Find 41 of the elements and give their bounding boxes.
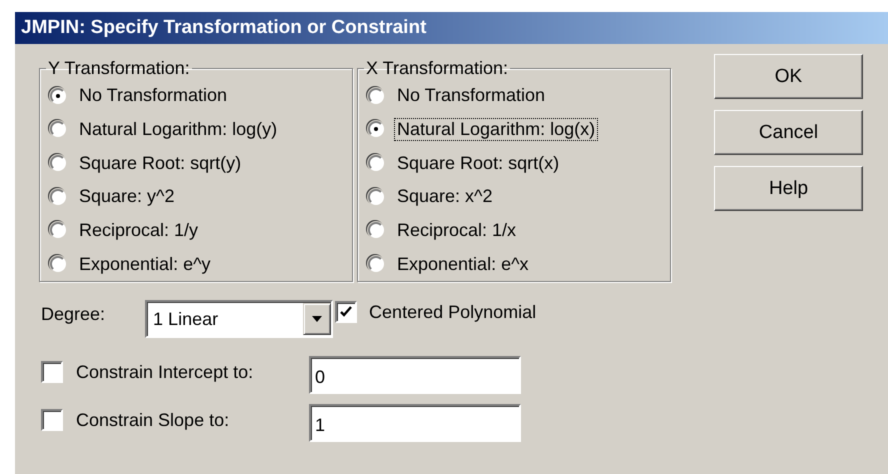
input-field[interactable]: 0 bbox=[309, 356, 521, 394]
radio-button[interactable] bbox=[50, 155, 66, 172]
radio-label[interactable]: Natural Logarithm: log(y) bbox=[76, 118, 280, 141]
radio-label[interactable]: No Transformation bbox=[394, 84, 548, 108]
radio-label[interactable]: Square Root: sqrt(y) bbox=[76, 152, 244, 175]
dialog-button[interactable]: Help bbox=[714, 166, 863, 211]
checkbox[interactable] bbox=[335, 301, 358, 323]
radio-label[interactable]: Natural Logarithm: log(x) bbox=[394, 118, 598, 141]
input-field[interactable]: 1 bbox=[309, 404, 521, 442]
radio-button[interactable] bbox=[50, 88, 66, 104]
radio-label[interactable]: No Transformation bbox=[76, 84, 230, 108]
radio-button[interactable] bbox=[50, 121, 66, 138]
radio-label[interactable]: Exponential: e^x bbox=[394, 252, 532, 276]
degree-label: Degree: bbox=[41, 304, 106, 325]
checkbox[interactable] bbox=[41, 409, 63, 431]
radio-label[interactable]: Reciprocal: 1/y bbox=[76, 218, 202, 242]
dialog-button[interactable]: Cancel bbox=[714, 110, 863, 155]
degree-dropdown[interactable]: 1 Linear bbox=[145, 300, 334, 338]
group-title: X Transformation: bbox=[366, 58, 508, 78]
radio-label[interactable]: Reciprocal: 1/x bbox=[394, 218, 520, 242]
radio-label[interactable]: Square Root: sqrt(x) bbox=[394, 152, 562, 175]
radio-label[interactable]: Square: y^2 bbox=[76, 185, 178, 208]
checkbox[interactable] bbox=[41, 361, 63, 383]
radio-button[interactable] bbox=[50, 188, 66, 205]
radio-button[interactable] bbox=[368, 188, 384, 205]
dialog-button[interactable]: OK bbox=[714, 54, 863, 99]
radio-label[interactable]: Exponential: e^y bbox=[76, 252, 214, 276]
window-title: JMPIN: Specify Transformation or Constraint bbox=[15, 12, 888, 44]
radio-button[interactable] bbox=[368, 155, 384, 172]
radio-button[interactable] bbox=[368, 222, 384, 238]
checkmark-icon bbox=[339, 305, 354, 319]
radio-button[interactable] bbox=[50, 256, 66, 272]
checkbox-label[interactable]: Centered Polynomial bbox=[369, 302, 536, 322]
group-title: Y Transformation: bbox=[48, 58, 190, 78]
checkbox-label[interactable]: Constrain Slope to: bbox=[76, 410, 309, 430]
radio-button[interactable] bbox=[50, 222, 66, 238]
radio-button[interactable] bbox=[368, 256, 384, 272]
checkbox-label[interactable]: Constrain Intercept to: bbox=[76, 362, 309, 382]
radio-label[interactable]: Square: x^2 bbox=[394, 185, 496, 208]
radio-button[interactable] bbox=[368, 88, 384, 104]
radio-button[interactable] bbox=[368, 121, 384, 138]
